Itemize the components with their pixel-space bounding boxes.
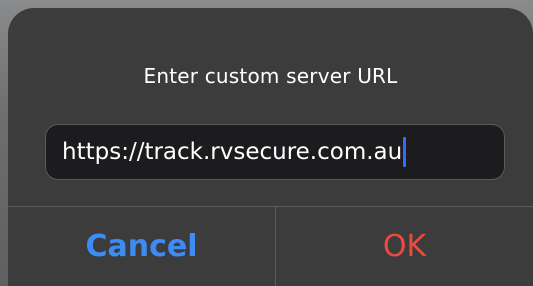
text-caret [403,137,407,167]
alert-title: Enter custom server URL [143,64,398,88]
cancel-button[interactable]: Cancel [8,207,275,286]
ok-button[interactable]: OK [276,207,533,286]
server-url-input[interactable]: https://track.rvsecure.com.au [45,124,505,180]
server-url-value: https://track.rvsecure.com.au [62,139,403,165]
custom-server-alert: Enter custom server URL https://track.rv… [8,8,533,286]
